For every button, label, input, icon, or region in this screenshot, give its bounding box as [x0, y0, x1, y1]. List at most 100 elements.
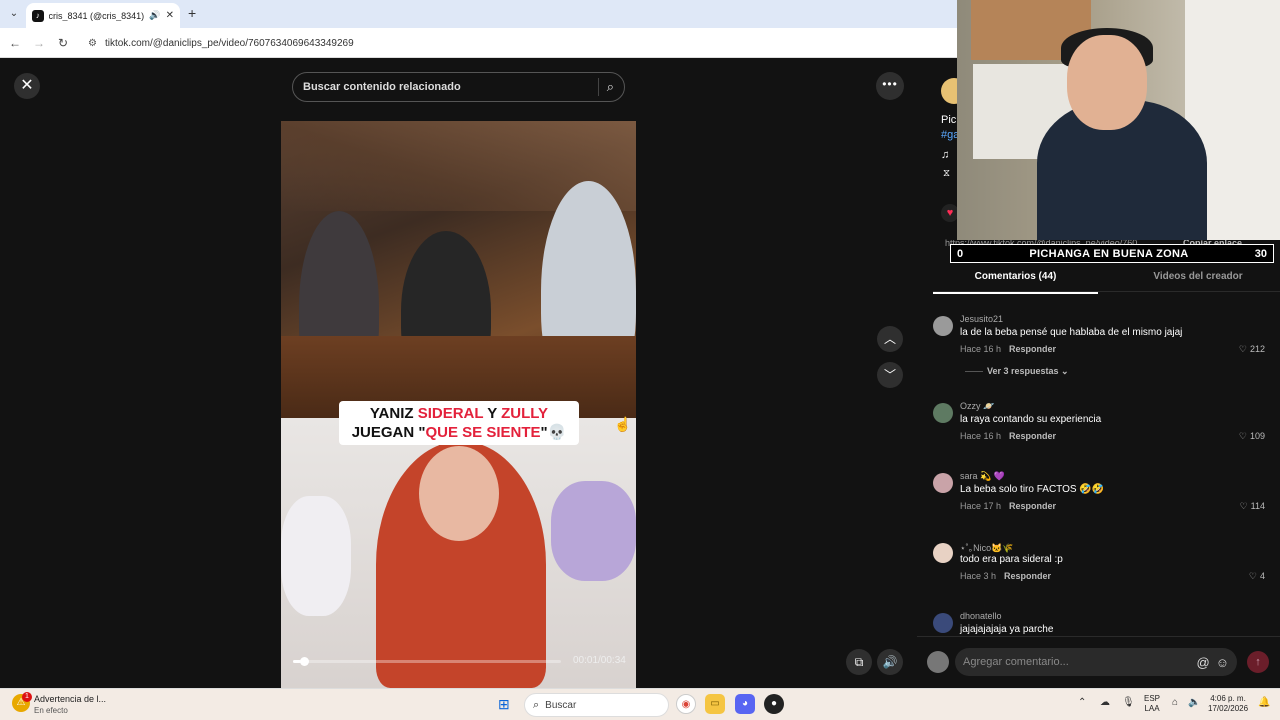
warning-title[interactable]: Advertencia de l...: [34, 694, 106, 704]
comment-text: jajajajajaja ya parche: [960, 624, 1054, 635]
back-arrow-icon[interactable]: ←: [6, 34, 24, 52]
like-count: 212: [1249, 344, 1265, 354]
browser-tab[interactable]: ♪ cris_8341 (@cris_8341) | Tik 🔊 ✕: [26, 3, 180, 28]
taskbar-search[interactable]: ⌕ Buscar: [524, 693, 669, 717]
notification-bell-icon[interactable]: 🔔: [1258, 697, 1270, 708]
reload-icon[interactable]: ↻: [54, 34, 72, 52]
network-icon[interactable]: ⌂: [1172, 697, 1178, 708]
tab-list-chevron-icon[interactable]: ⌄: [6, 6, 22, 22]
tab-title: cris_8341 (@cris_8341) | Tik: [48, 10, 145, 21]
comment-meta: Hace 3 h Responder: [960, 571, 1051, 581]
emoji-icon[interactable]: ☺: [1216, 655, 1229, 670]
view-replies-button[interactable]: Ver 3 respuestas ⌄: [965, 366, 1069, 377]
score-right: 30: [1254, 247, 1267, 260]
tab-comments[interactable]: Comentarios (44): [933, 271, 1098, 294]
caption-text-red: QUE SE SIENTE: [425, 424, 541, 441]
panel-tabs: Comentarios (44) Videos del creador: [933, 264, 1280, 294]
score-title: PICHANGA EN BUENA ZONA: [1029, 247, 1189, 260]
clock-time: 4:06 p. m.: [1210, 694, 1246, 703]
comment-input[interactable]: Agregar comentario... @ ☺: [955, 648, 1237, 676]
avatar[interactable]: [933, 316, 953, 336]
comment-time: Hace 3 h: [960, 571, 997, 581]
site-info-icon[interactable]: ⚙: [88, 38, 97, 49]
volume-icon[interactable]: 🔊: [877, 649, 903, 675]
close-tab-icon[interactable]: ✕: [166, 10, 174, 21]
mouse-cursor-icon: ☝: [614, 416, 632, 432]
webcam-face: [1067, 35, 1147, 130]
replies-divider: [965, 371, 983, 373]
comment-list: Jesusito21 la de la beba pensé que habla…: [933, 308, 1273, 636]
video-player[interactable]: YANIZ SIDERAL Y ZULLY JUEGAN "QUE SE SIE…: [281, 121, 636, 688]
discord-icon[interactable]: ◕: [735, 694, 755, 714]
comment-username[interactable]: dhonatello: [960, 611, 1002, 621]
obs-icon[interactable]: ●: [764, 694, 784, 714]
chrome-icon[interactable]: ◉: [676, 694, 696, 714]
avatar[interactable]: [933, 473, 953, 493]
reply-button[interactable]: Responder: [1009, 431, 1056, 441]
comment-username[interactable]: sara 💫 💜: [960, 471, 1005, 482]
score-left: 0: [957, 247, 964, 260]
effect-icon[interactable]: ⧖: [943, 168, 950, 179]
comment-text: la raya contando su experiencia: [960, 414, 1102, 425]
comment-meta: Hace 16 h Responder: [960, 431, 1056, 441]
microphone-icon[interactable]: 🎙: [1122, 697, 1135, 708]
tiktok-favicon-icon: ♪: [32, 9, 44, 22]
avatar[interactable]: [927, 651, 949, 673]
comment-likes[interactable]: ♡ 212: [1239, 344, 1265, 355]
caption-text: "💀: [540, 424, 567, 441]
comment-username[interactable]: Jesusito21: [960, 314, 1003, 324]
avatar[interactable]: [933, 543, 953, 563]
comment-placeholder: Agregar comentario...: [963, 656, 1069, 668]
floating-player-icon[interactable]: ⧉: [846, 649, 872, 675]
video-description: Pic: [941, 114, 957, 126]
reply-button[interactable]: Responder: [1009, 501, 1056, 511]
close-icon[interactable]: ✕: [14, 73, 40, 99]
search-placeholder: Buscar contenido relacionado: [303, 81, 461, 93]
comment-likes[interactable]: ♡ 109: [1239, 431, 1265, 442]
reply-button[interactable]: Responder: [1009, 344, 1056, 354]
comment-likes[interactable]: ♡ 114: [1240, 501, 1265, 512]
related-search-input[interactable]: Buscar contenido relacionado ⌕: [292, 72, 625, 102]
address-url: tiktok.com/@daniclips_pe/video/760763406…: [104, 37, 354, 49]
heart-outline-icon: ♡: [1238, 431, 1247, 441]
avatar[interactable]: [933, 613, 953, 633]
comment-text: La beba solo tiro FACTOS 🤣🤣: [960, 484, 1105, 495]
avatar[interactable]: [933, 403, 953, 423]
taskbar-search-text: Buscar: [545, 699, 577, 711]
search-icon: ⌕: [533, 698, 540, 711]
score-banner: 0 PICHANGA EN BUENA ZONA 30: [950, 244, 1274, 263]
tab-creator-videos[interactable]: Videos del creador: [1118, 271, 1278, 282]
file-explorer-icon[interactable]: ▭: [705, 694, 725, 714]
previous-video-chevron-up-icon[interactable]: ︿: [877, 326, 903, 352]
caption-text: JUEGAN ": [351, 424, 426, 441]
next-video-chevron-down-icon[interactable]: ﹀: [877, 362, 903, 388]
system-clock[interactable]: 4:06 p. m. 17/02/2026: [1208, 694, 1248, 714]
comment-likes[interactable]: ♡ 4: [1249, 571, 1265, 582]
reply-button[interactable]: Responder: [1004, 571, 1051, 581]
caption-text: Y: [483, 405, 502, 422]
forward-arrow-icon[interactable]: →: [30, 34, 48, 52]
cloud-icon[interactable]: ☁: [1100, 697, 1110, 708]
taskbar: ⚠ 1 Advertencia de l... En efecto ⊞ ⌕ Bu…: [0, 688, 1280, 720]
comment-username[interactable]: Ozzy 🪐: [960, 401, 994, 412]
address-bar[interactable]: ⚙ tiktok.com/@daniclips_pe/video/7607634…: [84, 32, 954, 54]
speaker-icon[interactable]: 🔊: [149, 10, 160, 21]
video-time: 00:01/00:34: [573, 655, 626, 666]
language-indicator[interactable]: ESP LAA: [1144, 694, 1160, 714]
caption-text-red: ZULLY: [501, 405, 549, 422]
comment-username[interactable]: ⋆˚｡Nico🐱🌾: [960, 541, 1014, 554]
music-note-icon[interactable]: ♫: [941, 149, 949, 161]
new-tab-plus-icon[interactable]: +: [188, 5, 196, 21]
windows-start-icon[interactable]: ⊞: [498, 696, 515, 713]
more-options-icon[interactable]: •••: [876, 72, 904, 100]
chevron-up-icon[interactable]: ⌃: [1078, 697, 1086, 708]
video-progress-bar[interactable]: [293, 657, 561, 666]
send-arrow-icon[interactable]: ↑: [1247, 651, 1269, 673]
like-count: 4: [1259, 571, 1265, 581]
heart-outline-icon: ♡: [1238, 344, 1247, 354]
search-icon[interactable]: ⌕: [607, 79, 614, 95]
volume-icon[interactable]: 🔈: [1188, 697, 1200, 708]
video-progress-handle[interactable]: [300, 657, 309, 666]
mention-icon[interactable]: @: [1197, 655, 1210, 670]
comment-time: Hace 16 h: [960, 431, 1002, 441]
